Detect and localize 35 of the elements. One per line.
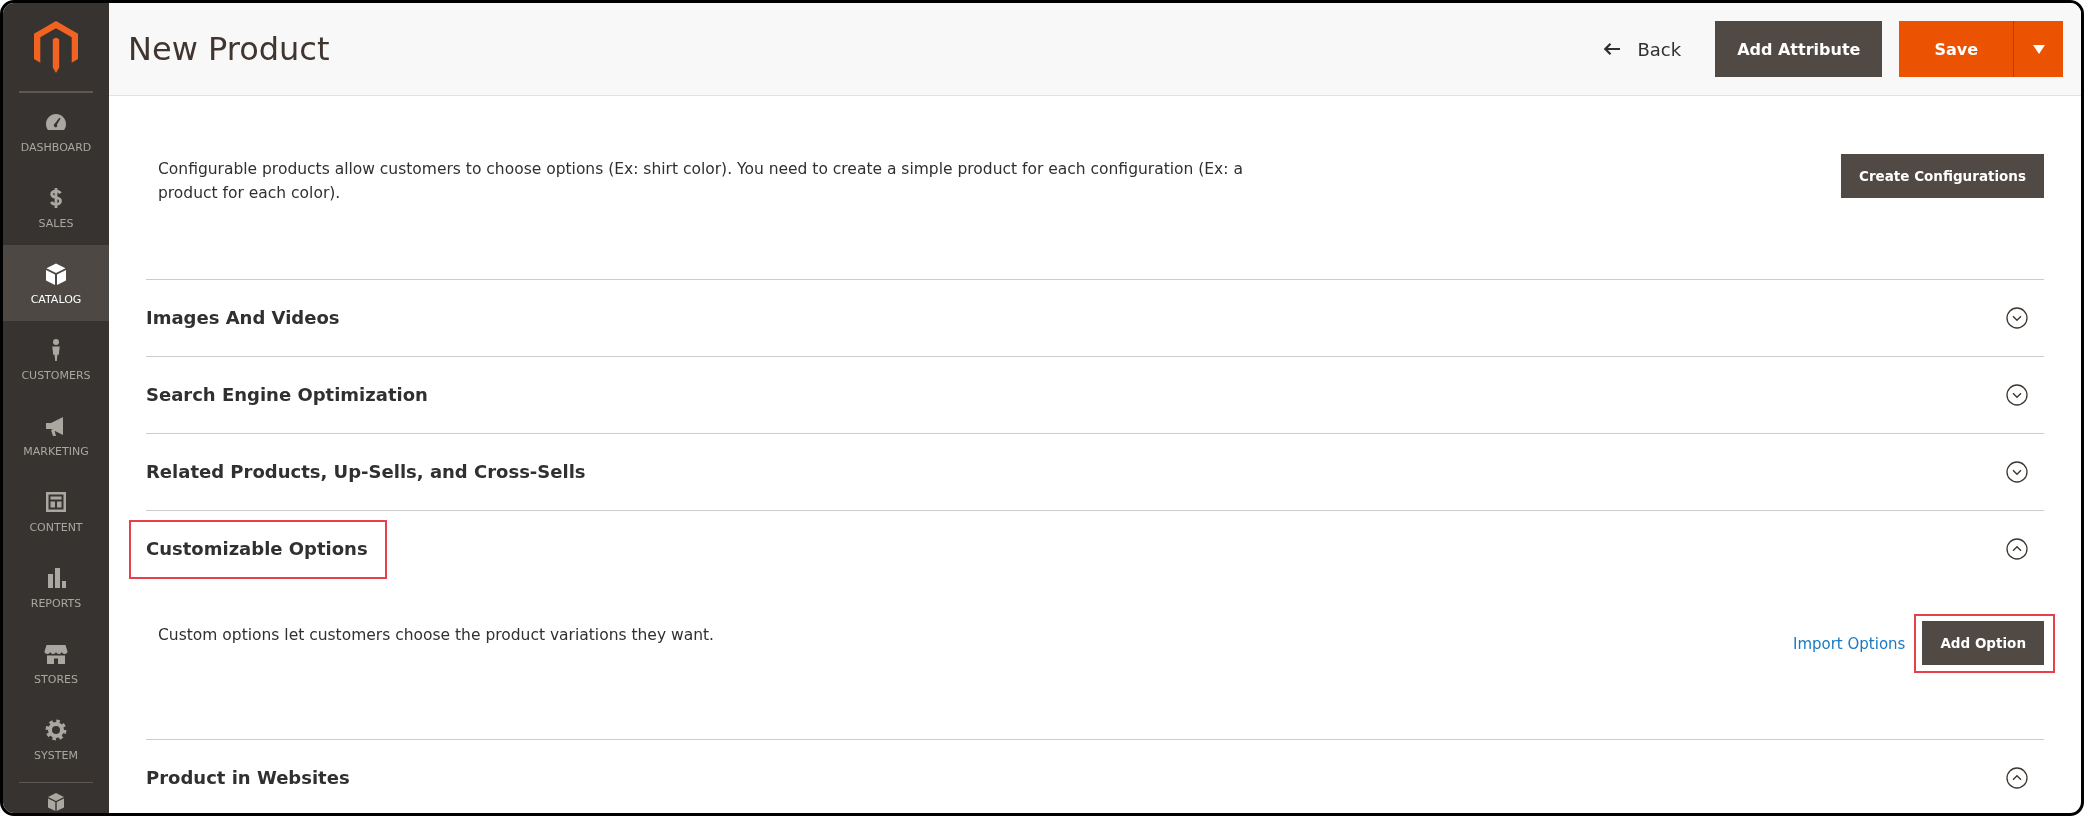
add-option-button[interactable]: Add Option bbox=[1922, 621, 2044, 665]
sidebar-item[interactable]: MARKETING bbox=[3, 397, 109, 473]
sidebar-item[interactable]: STORES bbox=[3, 625, 109, 701]
sidebar-item[interactable]: CATALOG bbox=[3, 245, 109, 321]
cube-icon bbox=[44, 262, 68, 286]
section-description: Custom options let customers choose the product variations they want. bbox=[158, 625, 714, 645]
import-options-link[interactable]: Import Options bbox=[1792, 634, 1906, 653]
section-title[interactable]: Related Products, Up-Sells, and Cross-Sells bbox=[146, 459, 586, 484]
back-button[interactable]: Back bbox=[1603, 34, 1682, 64]
notice-text: Configurable products allow customers to choose options (Ex: shirt color). You need to create a simple product for each configuration (Ex: a product for each color). bbox=[158, 159, 1244, 204]
chevron-up-icon[interactable] bbox=[2006, 767, 2028, 789]
logo-icon[interactable] bbox=[34, 21, 78, 73]
section-title[interactable]: Product in Websites bbox=[146, 765, 350, 790]
storefront-icon bbox=[44, 642, 68, 666]
layout-icon bbox=[44, 490, 68, 514]
chevron-down-icon[interactable] bbox=[2006, 384, 2028, 406]
create-configurations-button[interactable]: Create Configurations bbox=[1841, 154, 2044, 198]
chevron-down-icon[interactable] bbox=[2006, 307, 2028, 329]
section-title[interactable]: Customizable Options bbox=[146, 536, 368, 561]
gear-icon bbox=[44, 718, 68, 742]
arrow-left-icon bbox=[1603, 42, 1622, 56]
page-title: New Product bbox=[128, 30, 331, 68]
add-attribute-button[interactable]: Add Attribute bbox=[1715, 21, 1883, 77]
save-button[interactable]: Save bbox=[1899, 21, 2013, 77]
section-title[interactable]: Search Engine Optimization bbox=[146, 382, 428, 407]
section-title[interactable]: Images And Videos bbox=[146, 305, 340, 330]
sidebar-item[interactable]: DASHBOARD bbox=[3, 93, 109, 169]
caret-down-icon bbox=[2032, 44, 2045, 54]
sidebar-item[interactable]: REPORTS bbox=[3, 549, 109, 625]
chevron-up-icon[interactable] bbox=[2006, 538, 2028, 560]
sidebar-item[interactable]: CUSTOMERS bbox=[3, 321, 109, 397]
sidebar-item[interactable]: CONTENT bbox=[3, 473, 109, 549]
chevron-down-icon[interactable] bbox=[2006, 461, 2028, 483]
sidebar-item[interactable]: SALES bbox=[3, 169, 109, 245]
sidebar-item[interactable]: SYSTEM bbox=[3, 701, 109, 777]
